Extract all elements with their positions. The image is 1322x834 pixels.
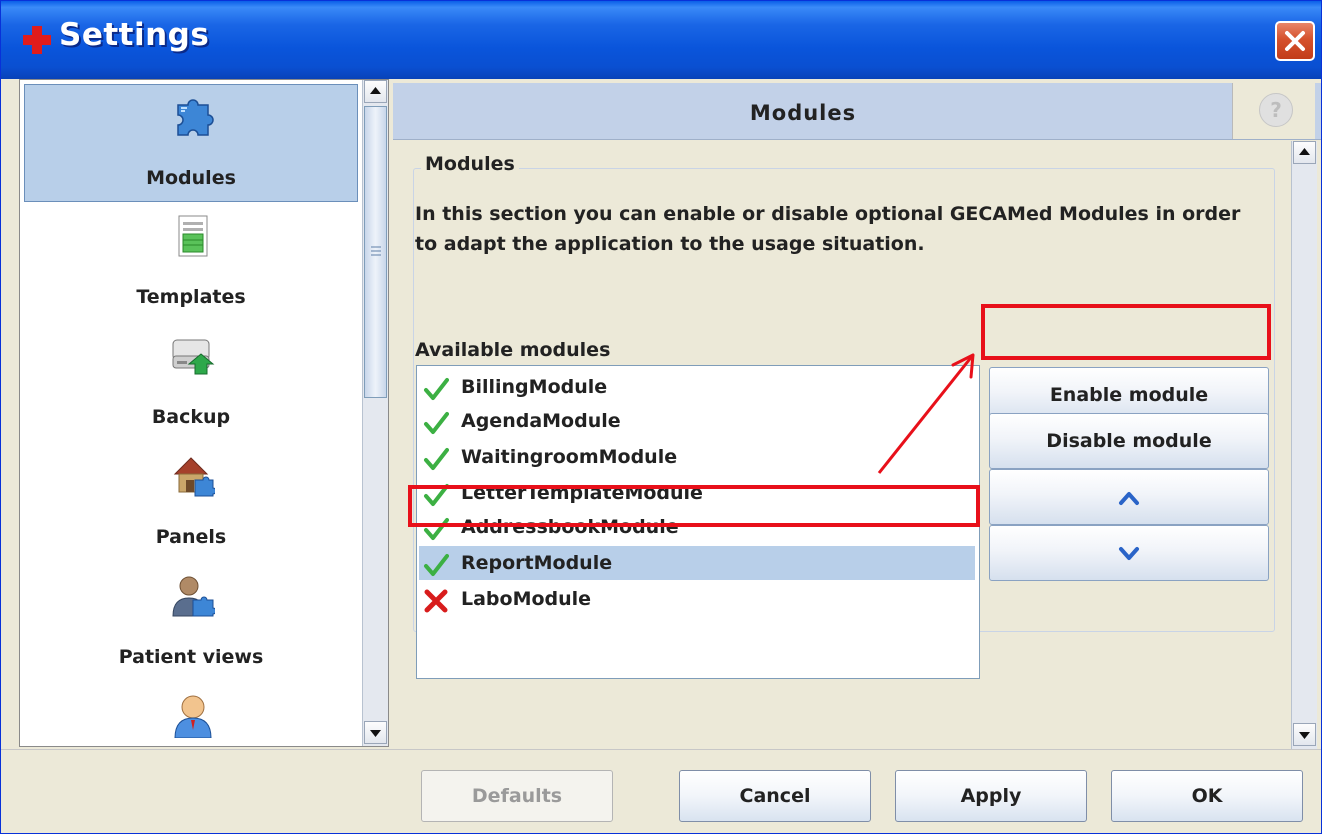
sidebar-item-backup[interactable]: Backup (24, 324, 358, 442)
module-name: ReportModule (461, 552, 613, 574)
list-item[interactable]: LetterTemplateModule (419, 476, 975, 510)
help-icon: ? (1259, 93, 1293, 127)
cancel-button[interactable]: Cancel (679, 770, 871, 822)
check-icon (424, 378, 449, 400)
module-name: AgendaModule (461, 410, 621, 432)
module-name: BillingModule (461, 376, 608, 398)
scroll-up-button[interactable] (364, 80, 387, 103)
scroll-down-button[interactable] (1293, 723, 1316, 746)
user-icon (174, 695, 212, 738)
sidebar-item-user[interactable] (24, 684, 358, 746)
arrow-down-icon (1299, 732, 1310, 739)
arrow-up-icon (370, 87, 381, 94)
chevron-down-icon (1119, 546, 1139, 560)
module-name: LaboModule (461, 588, 592, 610)
annotation-arrow (877, 353, 975, 474)
person-puzzle-icon (172, 576, 215, 617)
settings-sidebar: Modules Templates Backup Panels Patient … (19, 79, 389, 747)
sidebar-item-patient-views[interactable]: Patient views (24, 564, 358, 682)
arrow-up-icon (1299, 148, 1310, 155)
settings-window: Settings Modules Templates Backup Panels… (0, 0, 1322, 834)
module-name: LetterTemplateModule (461, 482, 703, 504)
red-cross-icon (23, 26, 51, 54)
disable-module-button[interactable]: Disable module (989, 413, 1269, 469)
sidebar-item-panels[interactable]: Panels (24, 444, 358, 562)
sidebar-item-label: Templates (136, 286, 246, 308)
puzzle-icon (177, 99, 214, 136)
check-icon (424, 518, 449, 540)
drive-backup-icon (172, 339, 215, 375)
defaults-button[interactable]: Defaults (421, 770, 613, 822)
sidebar-item-label: Patient views (118, 646, 264, 668)
move-down-button[interactable] (989, 525, 1269, 581)
content-panel: Modules ? Modules In this section you ca… (389, 79, 1321, 749)
module-name: AddressbookModule (461, 516, 679, 538)
help-button[interactable]: ? (1232, 83, 1315, 139)
section-header: Modules ? (393, 83, 1321, 140)
grip-icon (371, 246, 381, 256)
group-legend: Modules (421, 153, 519, 175)
check-icon (424, 484, 449, 506)
move-up-button[interactable] (989, 469, 1269, 525)
document-icon (178, 215, 208, 257)
close-icon (1285, 31, 1305, 51)
list-item-selected[interactable]: ReportModule (419, 546, 975, 580)
sidebar-item-label: Backup (151, 406, 231, 428)
sidebar-item-templates[interactable]: Templates (24, 204, 358, 322)
scroll-thumb[interactable] (364, 106, 387, 398)
window-title: Settings (59, 17, 210, 53)
dialog-footer: Defaults Cancel Apply OK (1, 749, 1321, 833)
house-puzzle-icon (173, 457, 215, 497)
list-item[interactable]: AddressbookModule (419, 510, 975, 544)
scroll-up-button[interactable] (1293, 141, 1316, 164)
section-description: In this section you can enable or disabl… (415, 203, 1241, 255)
title-bar[interactable]: Settings (1, 1, 1321, 79)
content-scrollbar[interactable] (1291, 141, 1317, 749)
sidebar-item-label: Panels (155, 526, 227, 548)
ok-button[interactable]: OK (1111, 770, 1303, 822)
chevron-up-icon (1119, 491, 1139, 505)
available-modules-label: Available modules (415, 339, 611, 361)
close-button[interactable] (1275, 21, 1315, 61)
sidebar-item-label: Modules (146, 167, 236, 189)
scroll-down-button[interactable] (364, 721, 387, 744)
modules-pane: Modules In this section you can enable o… (393, 141, 1293, 749)
sidebar-item-modules[interactable]: Modules (24, 84, 358, 202)
check-icon (424, 412, 449, 434)
arrow-down-icon (370, 730, 381, 737)
apply-button[interactable]: Apply (895, 770, 1087, 822)
list-item[interactable]: LaboModule (419, 582, 975, 616)
sidebar-scrollbar[interactable] (362, 80, 388, 746)
check-icon (424, 554, 449, 576)
page-title: Modules (749, 101, 857, 125)
module-name: WaitingroomModule (461, 446, 678, 468)
cross-icon (424, 589, 448, 613)
check-icon (424, 448, 449, 470)
